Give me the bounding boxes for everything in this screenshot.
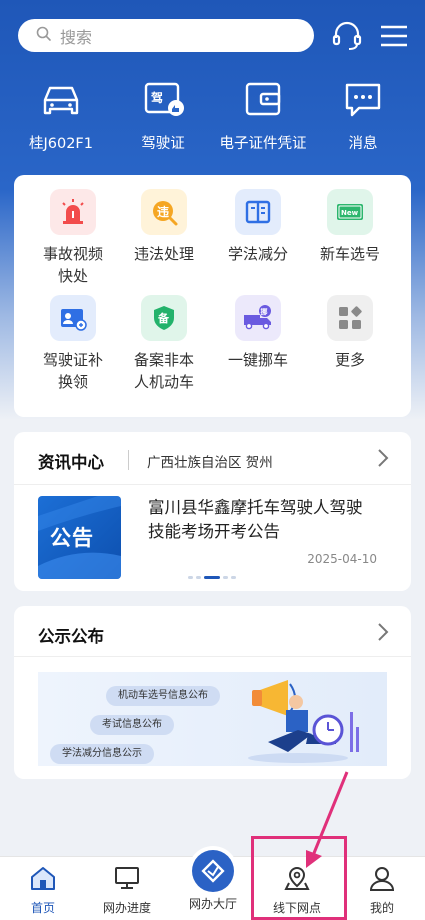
quick-link-plate[interactable]: 桂J602F1	[6, 80, 116, 153]
service-study-deduct[interactable]: 学法减分	[208, 189, 308, 265]
license-icon: 驾	[108, 80, 218, 120]
user-icon	[368, 867, 396, 895]
more-grid-icon	[327, 295, 373, 341]
nav-progress[interactable]: 网办进度	[92, 865, 162, 916]
service-violation[interactable]: 违 违法处理	[114, 189, 214, 265]
news-card: 资讯中心 广西壮族自治区 贺州 公告 富川县华鑫摩托车驾驶人驾驶技能考场开考公告…	[14, 432, 411, 591]
hall-button[interactable]	[188, 846, 238, 896]
public-title: 公示公布	[38, 627, 104, 646]
service-label: 新车选号	[319, 245, 380, 263]
notice-thumbnail[interactable]: 公告	[38, 496, 121, 579]
car-icon	[6, 80, 116, 120]
svg-text:备: 备	[157, 311, 170, 325]
quick-link-label: 桂J602F1	[28, 136, 94, 152]
news-title: 资讯中心	[38, 453, 104, 472]
headset-icon[interactable]	[330, 19, 364, 53]
service-label: 驾驶证补换领	[42, 351, 103, 391]
service-license-renew[interactable]: 驾驶证补换领	[23, 295, 123, 393]
svg-text:New: New	[341, 209, 359, 217]
message-icon	[308, 80, 418, 120]
banner-pill: 机动车选号信息公布	[106, 686, 220, 706]
service-accident-video[interactable]: 事故视频快处	[23, 189, 123, 287]
search-placeholder: 搜索	[60, 27, 93, 47]
highlight-box	[251, 836, 347, 920]
quick-link-e-cert[interactable]: 电子证件凭证	[208, 80, 318, 153]
divider	[14, 656, 411, 657]
service-label: 违法处理	[133, 245, 194, 263]
banner-pill: 学法减分信息公示	[50, 744, 154, 764]
svg-text:违: 违	[157, 204, 169, 219]
service-label: 更多	[334, 351, 365, 369]
nav-label: 网办进度	[102, 901, 151, 915]
news-date: 2025-04-10	[307, 552, 377, 566]
nav-label: 首页	[30, 901, 55, 915]
notice-thumbnail-text: 公告	[50, 526, 94, 550]
carousel-dot-active	[204, 576, 220, 579]
quick-links: 桂J602F1 驾 驾驶证 电子证件凭证 消息	[0, 80, 425, 160]
carousel-dot	[231, 576, 236, 579]
megaphone-illustration	[248, 680, 359, 763]
search-bar[interactable]: 搜索	[18, 19, 314, 52]
home-icon	[29, 867, 57, 895]
quick-link-label: 电子证件凭证	[219, 136, 307, 152]
service-label: 事故视频快处	[42, 245, 103, 285]
nav-home[interactable]: 首页	[8, 865, 78, 916]
divider	[128, 450, 129, 470]
carousel-indicator	[188, 576, 236, 579]
nav-mine[interactable]: 我的	[347, 865, 417, 916]
service-label: 一键挪车	[227, 351, 288, 369]
violation-icon: 违	[141, 189, 187, 235]
carousel-dot	[196, 576, 201, 579]
quick-link-license[interactable]: 驾 驾驶证	[108, 80, 218, 153]
truck-icon: 挪	[235, 295, 281, 341]
news-region[interactable]: 广西壮族自治区 贺州	[147, 451, 273, 471]
public-banner[interactable]: 机动车选号信息公布 考试信息公布 学法减分信息公示	[38, 672, 387, 766]
id-card-icon	[50, 295, 96, 341]
service-label: 学法减分	[227, 245, 288, 263]
quick-link-label: 消息	[348, 136, 378, 152]
quick-link-label: 驾驶证	[141, 136, 185, 152]
carousel-dot	[188, 576, 193, 579]
monitor-icon	[113, 867, 141, 895]
alarm-icon	[50, 189, 96, 235]
carousel-dot	[223, 576, 228, 579]
service-more[interactable]: 更多	[300, 295, 400, 371]
service-register-vehicle[interactable]: 备 备案非本人机动车	[114, 295, 214, 393]
chevron-right-icon[interactable]	[377, 448, 389, 472]
wallet-icon	[208, 80, 318, 120]
services-card: 事故视频快处 违 违法处理 学法减分 New 新车选号 驾驶证补换领 备 备案非…	[14, 175, 411, 417]
svg-text:挪: 挪	[261, 307, 268, 316]
banner-pill: 考试信息公布	[90, 715, 174, 735]
divider	[14, 484, 411, 485]
service-new-plate[interactable]: New 新车选号	[300, 189, 400, 265]
news-headline[interactable]: 富川县华鑫摩托车驾驶人驾驶技能考场开考公告	[148, 496, 378, 544]
menu-icon[interactable]	[377, 19, 411, 53]
public-card: 公示公布 机动车选号信息公布 考试信息公布 学法减分信息公示	[14, 606, 411, 779]
shield-icon: 备	[141, 295, 187, 341]
svg-text:驾: 驾	[150, 90, 163, 105]
new-plate-icon: New	[327, 189, 373, 235]
nav-label: 网办大厅	[188, 897, 237, 911]
chevron-right-icon[interactable]	[377, 622, 389, 646]
hall-icon	[192, 850, 234, 892]
service-move-car[interactable]: 挪 一键挪车	[208, 295, 308, 371]
search-icon	[36, 26, 52, 46]
quick-link-messages[interactable]: 消息	[308, 80, 418, 153]
nav-label: 我的	[369, 901, 394, 915]
book-icon	[235, 189, 281, 235]
service-label: 备案非本人机动车	[133, 351, 194, 391]
